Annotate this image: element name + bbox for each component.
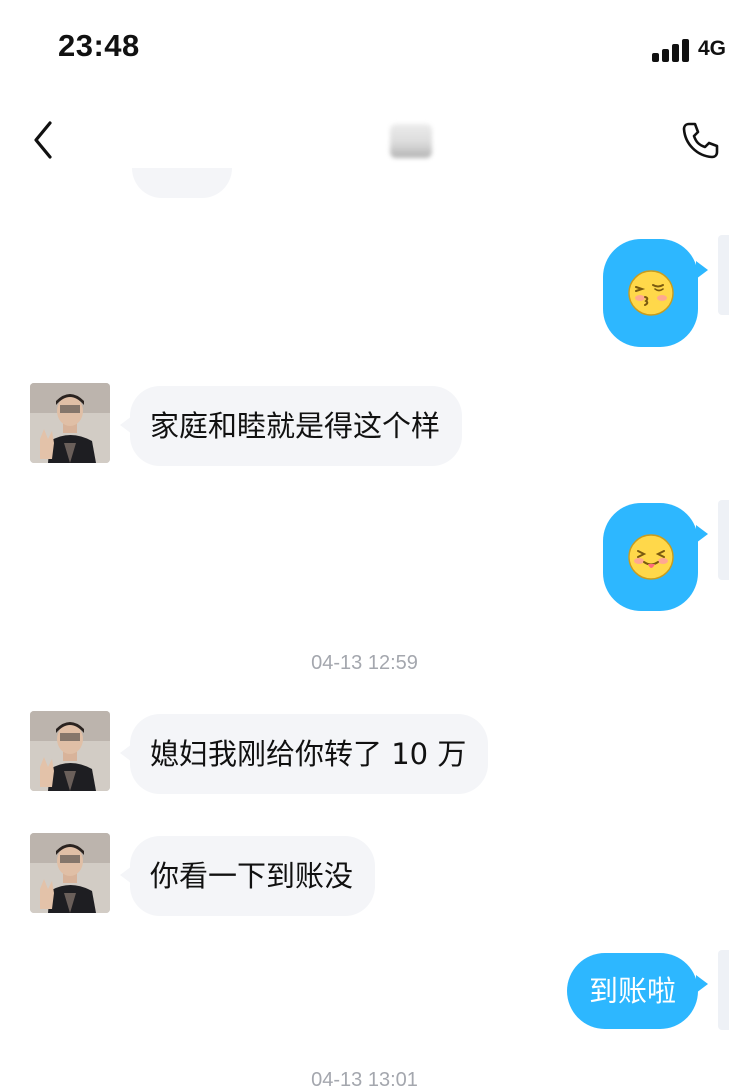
incoming-message-bubble[interactable]: 你看一下到账没	[119, 836, 376, 916]
contact-name-blurred	[390, 124, 432, 158]
contact-avatar[interactable]	[30, 711, 110, 791]
network-type: 4G	[698, 37, 727, 60]
back-button[interactable]	[28, 118, 60, 162]
incoming-message-bubble[interactable]: 媳妇我刚给你转了 10 万	[119, 714, 489, 794]
status-time: 23:48	[58, 28, 140, 63]
call-button[interactable]	[680, 120, 720, 160]
outgoing-emoji-bubble[interactable]	[603, 239, 708, 347]
message-timestamp: 04-13 13:01	[311, 1069, 418, 1088]
edge-element	[718, 500, 729, 580]
tongue-out-face-emoji-icon	[628, 534, 674, 580]
phone-icon	[682, 122, 719, 159]
edge-element	[718, 950, 729, 1030]
contact-avatar[interactable]	[30, 833, 110, 913]
edge-element	[718, 235, 729, 315]
contact-avatar[interactable]	[30, 383, 110, 463]
message-timestamp: 04-13 12:59	[311, 652, 418, 674]
incoming-message-bubble[interactable]: 家庭和睦就是得这个样	[119, 386, 463, 466]
previous-message-bubble	[132, 168, 232, 198]
outgoing-message-bubble[interactable]: 到账啦	[567, 953, 708, 1029]
kiss-face-emoji-icon	[628, 270, 674, 316]
outgoing-emoji-bubble[interactable]	[603, 503, 708, 611]
signal-strength-icon	[652, 38, 692, 62]
chat-screen: 23:48 4G 家庭和睦就是得这个样 04-13 12:59 媳妇我刚给你转了…	[0, 0, 729, 1088]
chevron-left-icon	[34, 121, 52, 159]
